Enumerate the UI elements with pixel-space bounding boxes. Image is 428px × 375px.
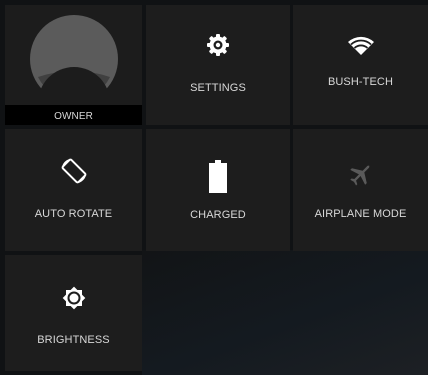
tile-owner[interactable]: OWNER <box>5 5 142 125</box>
tile-auto-rotate[interactable]: AUTO ROTATE <box>5 129 142 251</box>
owner-label: OWNER <box>54 111 93 122</box>
tile-wifi[interactable]: BUSH-TECH <box>293 5 428 125</box>
user-avatar-icon <box>29 15 118 105</box>
airplane-mode-label: AIRPLANE MODE <box>314 208 407 220</box>
tile-airplane-mode[interactable]: AIRPLANE MODE <box>293 129 428 251</box>
panel-background <box>142 250 428 375</box>
gear-icon <box>207 34 229 56</box>
wifi-label: BUSH-TECH <box>327 76 394 88</box>
battery-label: CHARGED <box>190 209 246 221</box>
tile-battery[interactable]: CHARGED <box>146 129 290 251</box>
tile-brightness[interactable]: BRIGHTNESS <box>5 255 142 371</box>
rotate-icon <box>61 158 86 184</box>
wifi-icon <box>347 36 374 55</box>
tile-settings[interactable]: SETTINGS <box>146 5 290 125</box>
auto-rotate-label: AUTO ROTATE <box>34 208 113 220</box>
brightness-label: BRIGHTNESS <box>37 334 110 346</box>
brightness-icon <box>62 286 85 310</box>
battery-full-icon <box>209 160 227 193</box>
settings-label: SETTINGS <box>190 82 246 94</box>
airplane-icon <box>349 165 370 186</box>
